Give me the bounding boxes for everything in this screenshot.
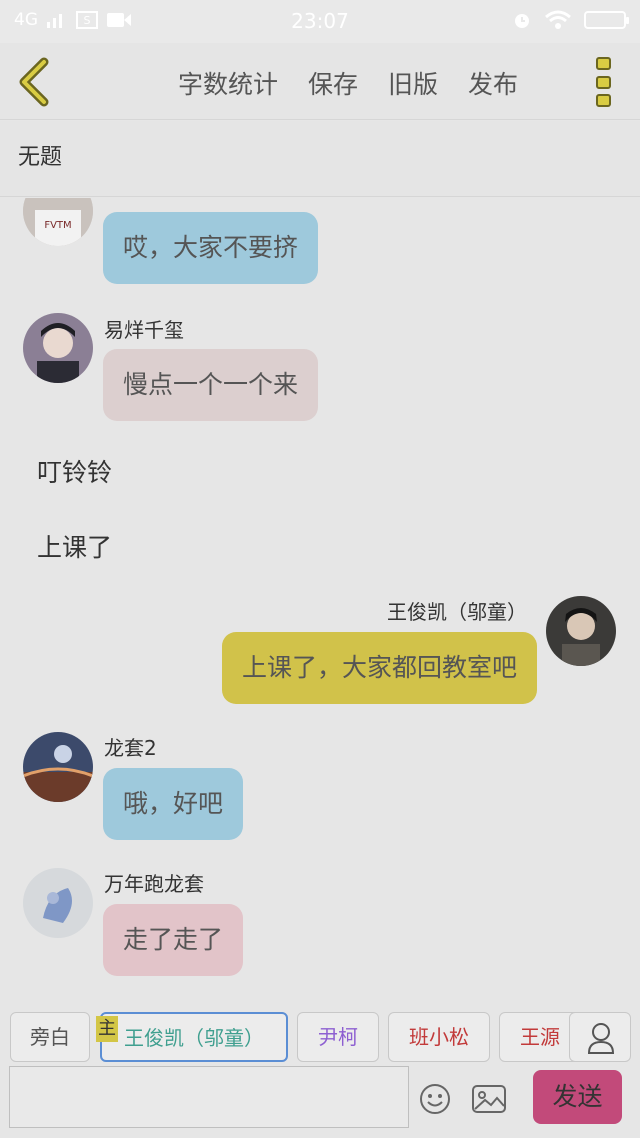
battery-icon — [584, 11, 629, 29]
alarm-icon — [515, 14, 529, 28]
message-bubble[interactable]: 哎，大家不要挤 — [103, 212, 319, 284]
document-title: 无题 — [18, 145, 63, 170]
avatar[interactable] — [23, 868, 93, 938]
sender-name: 万年跑龙套 — [104, 872, 204, 896]
save-button[interactable]: 保存 — [308, 65, 358, 101]
status-bar: 4G S 23:07 — [0, 0, 640, 43]
sender-name: 易烊千玺 — [104, 318, 184, 342]
avatar-image — [23, 732, 93, 802]
image-icon[interactable] — [471, 1084, 507, 1114]
avatar-image — [23, 313, 93, 383]
message-bubble[interactable]: 上课了，大家都回教室吧 — [221, 632, 537, 704]
publish-button[interactable]: 发布 — [468, 65, 518, 101]
emoji-icon[interactable] — [418, 1082, 452, 1116]
host-badge: 主 — [96, 1016, 118, 1042]
back-arrow-icon[interactable] — [14, 57, 54, 107]
more-menu-icon[interactable] — [596, 57, 614, 107]
avatar-image: FVTM — [23, 198, 93, 246]
sender-name: 龙套2 — [104, 736, 157, 760]
chat-area[interactable]: FVTM 哎，大家不要挤 易烊千玺 慢点一个一个来 叮铃铃 上课了 王俊凯（邬童… — [0, 198, 640, 990]
role-manager-button[interactable] — [569, 1012, 631, 1062]
narration-text[interactable]: 上课了 — [37, 528, 112, 564]
narration-text[interactable]: 叮铃铃 — [37, 453, 112, 489]
role-chip-narrator[interactable]: 旁白 — [10, 1012, 90, 1062]
document-title-bar[interactable]: 无题 — [0, 121, 640, 197]
word-count-button[interactable]: 字数统计 — [178, 65, 278, 101]
top-toolbar: 字数统计 保存 旧版 发布 — [0, 43, 640, 120]
message-bubble[interactable]: 走了走了 — [103, 904, 244, 976]
avatar[interactable] — [23, 732, 93, 802]
composer-panel: 旁白 王俊凯（邬童） 主 尹柯 班小松 王源 发送 — [0, 990, 640, 1138]
sender-name: 王俊凯（邬童） — [387, 600, 527, 624]
svg-text:FVTM: FVTM — [44, 220, 71, 231]
message-bubble[interactable]: 慢点一个一个来 — [103, 349, 319, 421]
message-input[interactable] — [9, 1066, 409, 1128]
avatar[interactable] — [546, 596, 616, 666]
avatar-image — [23, 868, 93, 938]
role-chip[interactable]: 班小松 — [388, 1012, 490, 1062]
avatar[interactable] — [23, 313, 93, 383]
role-chip-selected[interactable]: 王俊凯（邬童） — [100, 1012, 288, 1062]
send-button[interactable]: 发送 — [533, 1070, 622, 1124]
user-icon — [587, 1023, 615, 1054]
old-version-button[interactable]: 旧版 — [388, 65, 438, 101]
role-chip[interactable]: 尹柯 — [297, 1012, 379, 1062]
message-bubble[interactable]: 哦，好吧 — [103, 768, 244, 840]
avatar-image — [546, 596, 616, 666]
toolbar-actions: 字数统计 保存 旧版 发布 — [178, 65, 518, 101]
avatar[interactable]: FVTM — [23, 198, 93, 246]
wifi-icon — [545, 10, 571, 29]
